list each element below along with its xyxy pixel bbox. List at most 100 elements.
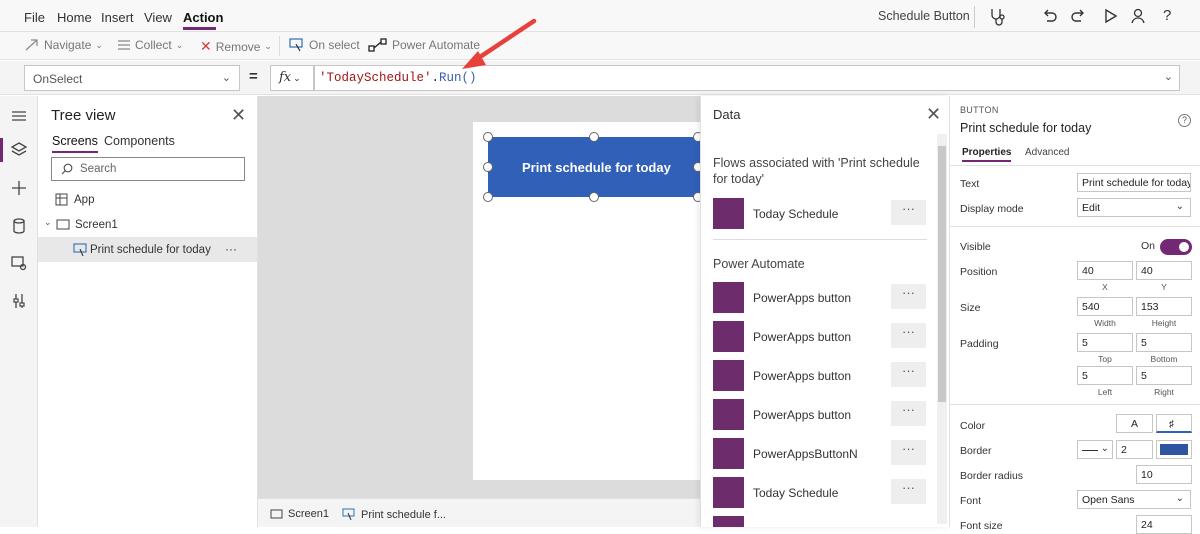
flow-item[interactable]: Today Schedule ···: [713, 477, 926, 509]
resize-handle[interactable]: [589, 192, 599, 202]
user-icon[interactable]: [1128, 5, 1150, 27]
undo-icon[interactable]: [1038, 5, 1060, 27]
on-select-button[interactable]: On select: [289, 38, 360, 52]
text-field[interactable]: Print schedule for today: [1077, 173, 1191, 192]
power-automate-icon: [368, 38, 387, 52]
tab-advanced[interactable]: Advanced: [1025, 147, 1069, 158]
tree-item-app[interactable]: App: [38, 187, 257, 212]
stethoscope-icon[interactable]: [986, 5, 1008, 27]
help-icon[interactable]: ?: [1163, 7, 1171, 24]
more-options-icon[interactable]: ···: [891, 323, 926, 348]
media-icon[interactable]: [9, 253, 29, 273]
menu-file[interactable]: File: [24, 10, 45, 25]
border-color-button[interactable]: [1156, 440, 1192, 459]
flow-item[interactable]: PowerApps button ···: [713, 399, 926, 431]
flow-item[interactable]: PowerApps button ···: [713, 321, 926, 353]
tree-item-screen[interactable]: ⌄ Screen1: [38, 212, 257, 237]
text-color-button[interactable]: A: [1116, 414, 1153, 433]
menu-view[interactable]: View: [144, 10, 172, 25]
property-dropdown[interactable]: OnSelect ⌄: [24, 65, 240, 91]
scrollbar-thumb[interactable]: [938, 146, 946, 402]
bottom-caption: Bottom: [1150, 354, 1178, 364]
more-options-icon[interactable]: ···: [891, 284, 926, 309]
resize-handle[interactable]: [483, 132, 493, 142]
padding-bottom-field[interactable]: 5: [1136, 333, 1192, 352]
font-size-label: Font size: [960, 520, 1003, 532]
remove-button[interactable]: ✕ Remove ⌄: [200, 38, 272, 55]
section-header: Flows associated with 'Print schedule fo…: [713, 156, 920, 186]
expand-chevron-icon[interactable]: ⌄: [1164, 70, 1173, 83]
flow-item[interactable]: PowerAppsButtonN ···: [713, 438, 926, 470]
function-picker[interactable]: fx ⌄: [270, 65, 314, 91]
resize-handle[interactable]: [483, 192, 493, 202]
tools-icon[interactable]: [9, 291, 29, 311]
more-options-icon[interactable]: ···: [891, 479, 926, 504]
play-icon[interactable]: [1099, 5, 1121, 27]
chevron-down-icon[interactable]: ⌄: [44, 217, 52, 228]
padding-right-field[interactable]: 5: [1136, 366, 1192, 385]
paint-bucket-icon: ♯: [1169, 419, 1174, 430]
width-field[interactable]: 540: [1077, 297, 1133, 316]
font-size-field[interactable]: 24: [1136, 515, 1192, 534]
font-dropdown[interactable]: Open Sans ⌄: [1077, 490, 1191, 509]
tab-components[interactable]: Components: [104, 134, 175, 148]
redo-icon[interactable]: [1068, 5, 1090, 27]
tree-view-panel: Tree view ✕ Screens Components Search Ap…: [38, 96, 258, 527]
flow-item[interactable]: [713, 516, 926, 527]
flow-item[interactable]: PowerApps button ···: [713, 360, 926, 392]
canvas-button[interactable]: Print schedule for today: [488, 137, 700, 197]
more-options-icon[interactable]: ···: [891, 362, 926, 387]
breadcrumb-label: Screen1: [288, 508, 329, 520]
padding-left-field[interactable]: 5: [1077, 366, 1133, 385]
collect-button[interactable]: Collect ⌄: [117, 38, 183, 52]
database-icon[interactable]: [9, 216, 29, 236]
more-options-icon[interactable]: ···: [225, 242, 237, 256]
tree-item-button[interactable]: Print schedule for today ···: [38, 237, 257, 262]
breadcrumb-screen[interactable]: Screen1: [270, 508, 329, 520]
right-caption: Right: [1154, 387, 1174, 397]
flow-item[interactable]: Today Schedule ···: [713, 198, 926, 230]
visible-toggle[interactable]: [1160, 239, 1192, 255]
menu-action[interactable]: Action: [183, 10, 223, 25]
more-options-icon[interactable]: ···: [891, 440, 926, 465]
scrollbar[interactable]: [937, 134, 947, 524]
tab-screens[interactable]: Screens: [52, 134, 98, 153]
app-title[interactable]: Schedule Button: [878, 9, 970, 23]
chevron-down-icon: ⌄: [1100, 443, 1109, 454]
navigate-button[interactable]: Navigate ⌄: [24, 38, 103, 52]
formula-string: 'TodaySchedule': [319, 71, 432, 85]
position-x-field[interactable]: 40: [1077, 261, 1133, 280]
search-input[interactable]: Search: [51, 157, 245, 181]
chevron-down-icon: ⌄: [175, 39, 184, 50]
border-style-dropdown[interactable]: ⌄: [1077, 440, 1113, 459]
menu-insert[interactable]: Insert: [101, 10, 134, 25]
padding-top-field[interactable]: 5: [1077, 333, 1133, 352]
action-toolbar: Navigate ⌄ Collect ⌄ ✕ Remove ⌄ On selec…: [0, 32, 1200, 60]
breadcrumb-control[interactable]: Print schedule f...: [342, 508, 446, 521]
canvas-screen[interactable]: Print schedule for today: [473, 122, 703, 480]
fill-color-button[interactable]: ♯: [1156, 414, 1192, 433]
border-radius-field[interactable]: 10: [1136, 465, 1192, 484]
display-mode-dropdown[interactable]: Edit ⌄: [1077, 198, 1191, 217]
visible-label: Visible: [960, 241, 991, 253]
property-value: OnSelect: [33, 72, 83, 86]
resize-handle[interactable]: [483, 162, 493, 172]
close-icon[interactable]: ✕: [926, 104, 941, 125]
position-y-field[interactable]: 40: [1136, 261, 1192, 280]
plus-icon[interactable]: [9, 178, 29, 198]
more-options-icon[interactable]: ···: [891, 200, 926, 225]
button-control-icon: [342, 508, 355, 521]
hamburger-menu-icon[interactable]: [9, 106, 29, 126]
cursor-click-icon: [289, 38, 303, 52]
more-options-icon[interactable]: ···: [891, 401, 926, 426]
navigate-label: Navigate: [44, 38, 92, 52]
tab-properties[interactable]: Properties: [962, 147, 1012, 162]
help-icon[interactable]: ?: [1178, 114, 1191, 127]
menu-home[interactable]: Home: [57, 10, 92, 25]
layers-icon[interactable]: [9, 140, 29, 160]
flow-item[interactable]: PowerApps button ···: [713, 282, 926, 314]
close-icon[interactable]: ✕: [231, 105, 246, 126]
height-field[interactable]: 153: [1136, 297, 1192, 316]
border-width-field[interactable]: 2: [1116, 440, 1153, 459]
resize-handle[interactable]: [589, 132, 599, 142]
